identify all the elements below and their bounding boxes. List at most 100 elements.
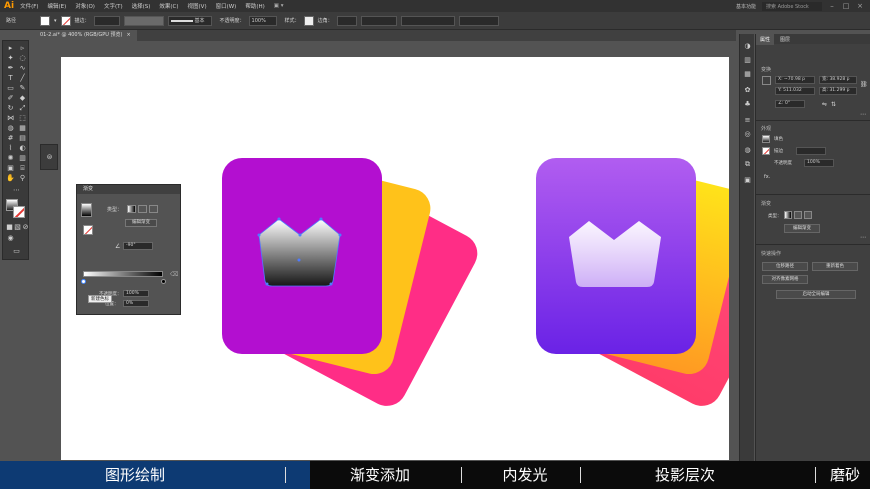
corner-field[interactable] <box>336 15 357 26</box>
isolate-buttons[interactable] <box>458 15 499 26</box>
stop-opacity-field[interactable]: 100% <box>123 290 149 297</box>
fill-dropdown-icon[interactable]: ▾ <box>54 18 57 24</box>
menu-file[interactable]: 文件(F) <box>20 2 38 10</box>
opacity-field-props[interactable]: 100% <box>804 159 834 167</box>
menu-select[interactable]: 选择(S) <box>132 2 151 10</box>
arrange-icon[interactable]: ▣ ▾ <box>274 3 284 9</box>
transparency-panel-icon[interactable]: ◍ <box>743 146 752 155</box>
artboard-tool-icon[interactable]: ▣ <box>6 164 15 173</box>
line-tool-icon[interactable]: ╱ <box>18 74 27 83</box>
rotate-field[interactable]: ∠: 0° <box>775 100 805 108</box>
zoom-tool-icon[interactable]: ⚲ <box>18 174 27 183</box>
mesh-tool-icon[interactable]: # <box>6 134 15 143</box>
opacity-field[interactable]: 100% <box>248 15 277 26</box>
slice-tool-icon[interactable]: ⌸ <box>18 164 27 173</box>
linear-gradient-props[interactable] <box>784 211 792 219</box>
menu-object[interactable]: 对象(O) <box>75 2 95 10</box>
scale-tool-icon[interactable]: ⤢ <box>18 104 27 113</box>
gradient-stroke-swatch[interactable] <box>83 225 93 235</box>
menu-effect[interactable]: 效果(C) <box>159 2 178 10</box>
flip-horizontal-icon[interactable]: ⇋ <box>822 101 827 108</box>
graph-tool-icon[interactable]: ▥ <box>18 154 27 163</box>
free-transform-tool-icon[interactable]: ⬚ <box>18 114 27 123</box>
variable-width-field[interactable] <box>123 15 164 26</box>
width-tool-icon[interactable]: ⋈ <box>6 114 15 123</box>
linear-gradient-button[interactable] <box>127 205 136 213</box>
more-options-icon[interactable]: ⋯ <box>860 111 866 118</box>
tab-properties[interactable]: 属性 <box>756 34 775 45</box>
type-tool-icon[interactable]: T <box>6 74 15 83</box>
edit-gradient-button[interactable]: 编辑渐变 <box>125 219 157 227</box>
appearance-panel-icon[interactable]: ◎ <box>743 130 752 139</box>
stroke-panel-icon[interactable]: ≡ <box>743 116 752 125</box>
fill-swatch[interactable] <box>40 15 50 26</box>
global-edit-button[interactable]: 启动全局编辑 <box>776 290 856 299</box>
magic-wand-tool-icon[interactable]: ✦ <box>6 54 15 63</box>
eyedropper-tool-icon[interactable]: ⌇ <box>6 144 15 153</box>
width-field[interactable]: 宽: 38.928 p <box>819 76 857 84</box>
document-tab[interactable]: 01-2.ai* @ 400% (RGB/GPU 预览) × <box>34 30 137 41</box>
align-pixel-grid-button[interactable]: 对齐像素网格 <box>762 275 808 284</box>
stroke-color-box[interactable] <box>13 206 25 218</box>
maximize-icon[interactable]: □ <box>842 2 850 10</box>
stock-search[interactable]: 搜索 Adobe Stock <box>762 1 822 11</box>
menu-type[interactable]: 文字(T) <box>104 2 123 10</box>
align-buttons[interactable] <box>360 15 397 26</box>
curvature-tool-icon[interactable]: ∿ <box>18 64 27 73</box>
stroke-style-select[interactable]: 基本 <box>167 15 212 26</box>
selection-tool-icon[interactable]: ▸ <box>6 44 15 53</box>
x-field[interactable]: X: ~70.98 p <box>775 76 815 84</box>
swatches-panel-icon[interactable]: ▦ <box>743 70 752 79</box>
height-field[interactable]: 高: 31.299 p <box>819 87 857 95</box>
left-icon-group[interactable] <box>222 156 484 413</box>
perspective-grid-tool-icon[interactable]: ▦ <box>18 124 27 133</box>
paintbrush-tool-icon[interactable]: ✎ <box>18 84 27 93</box>
gradient-tool-icon[interactable]: ▤ <box>18 134 27 143</box>
radial-gradient-button[interactable] <box>138 205 147 213</box>
fx-button[interactable]: fx. <box>764 174 770 180</box>
gradient-stop-black[interactable] <box>161 279 166 284</box>
gradient-panel-header[interactable]: 渐变 <box>77 185 180 194</box>
radial-gradient-props[interactable] <box>794 211 802 219</box>
angle-field[interactable]: -90° <box>123 242 153 250</box>
symbols-panel-icon[interactable]: ♣ <box>743 100 752 109</box>
hand-tool-icon[interactable]: ✋ <box>6 174 15 183</box>
transform-buttons[interactable] <box>400 15 455 26</box>
menu-view[interactable]: 视图(V) <box>188 2 207 10</box>
none-mode-icon[interactable]: ⊘ <box>21 223 30 232</box>
close-icon[interactable]: × <box>856 2 864 10</box>
stroke-swatch-props[interactable] <box>762 147 770 155</box>
lasso-tool-icon[interactable]: ◌ <box>18 54 27 63</box>
symbol-sprayer-tool-icon[interactable]: ✺ <box>6 154 15 163</box>
blend-tool-icon[interactable]: ◐ <box>18 144 27 153</box>
offset-path-button[interactable]: 位移路径 <box>762 262 808 271</box>
menu-edit[interactable]: 编辑(E) <box>48 2 67 10</box>
reference-point-icon[interactable] <box>762 76 771 85</box>
menu-help[interactable]: 帮助(H) <box>245 2 264 10</box>
trash-icon[interactable]: ⌫ <box>170 271 178 278</box>
y-field[interactable]: Y: 511.032 <box>775 87 815 95</box>
freeform-gradient-props[interactable] <box>804 211 812 219</box>
eraser-tool-icon[interactable]: ◆ <box>18 94 27 103</box>
rotate-tool-icon[interactable]: ↻ <box>6 104 15 113</box>
gradient-stop-white[interactable] <box>81 279 86 284</box>
layers-panel-icon[interactable]: ⧉ <box>743 160 752 169</box>
freeform-gradient-button[interactable] <box>149 205 158 213</box>
more-tools-icon[interactable]: ⋯ <box>12 186 21 195</box>
tab-layers[interactable]: 图层 <box>776 34 794 45</box>
pencil-tool-icon[interactable]: ✐ <box>6 94 15 103</box>
constrain-proportions-icon[interactable]: ⛓ <box>860 81 868 88</box>
shape-builder-tool-icon[interactable]: ◍ <box>6 124 15 133</box>
right-icon-group[interactable] <box>536 156 729 413</box>
menu-window[interactable]: 窗口(W) <box>216 2 237 10</box>
stroke-swatch[interactable] <box>60 15 71 26</box>
flip-vertical-icon[interactable]: ⇅ <box>831 101 836 108</box>
color-guide-icon[interactable]: ▥ <box>743 56 752 65</box>
swatch-libraries-icon[interactable]: ⊜ <box>45 153 54 162</box>
rectangle-tool-icon[interactable]: ▭ <box>6 84 15 93</box>
color-panel-icon[interactable]: ◑ <box>743 42 752 51</box>
gradient-slider-bar[interactable] <box>83 271 163 277</box>
graphic-styles-icon[interactable]: ▣ <box>743 176 752 185</box>
stroke-weight-field[interactable] <box>93 15 120 26</box>
stroke-weight-props[interactable] <box>796 147 826 155</box>
